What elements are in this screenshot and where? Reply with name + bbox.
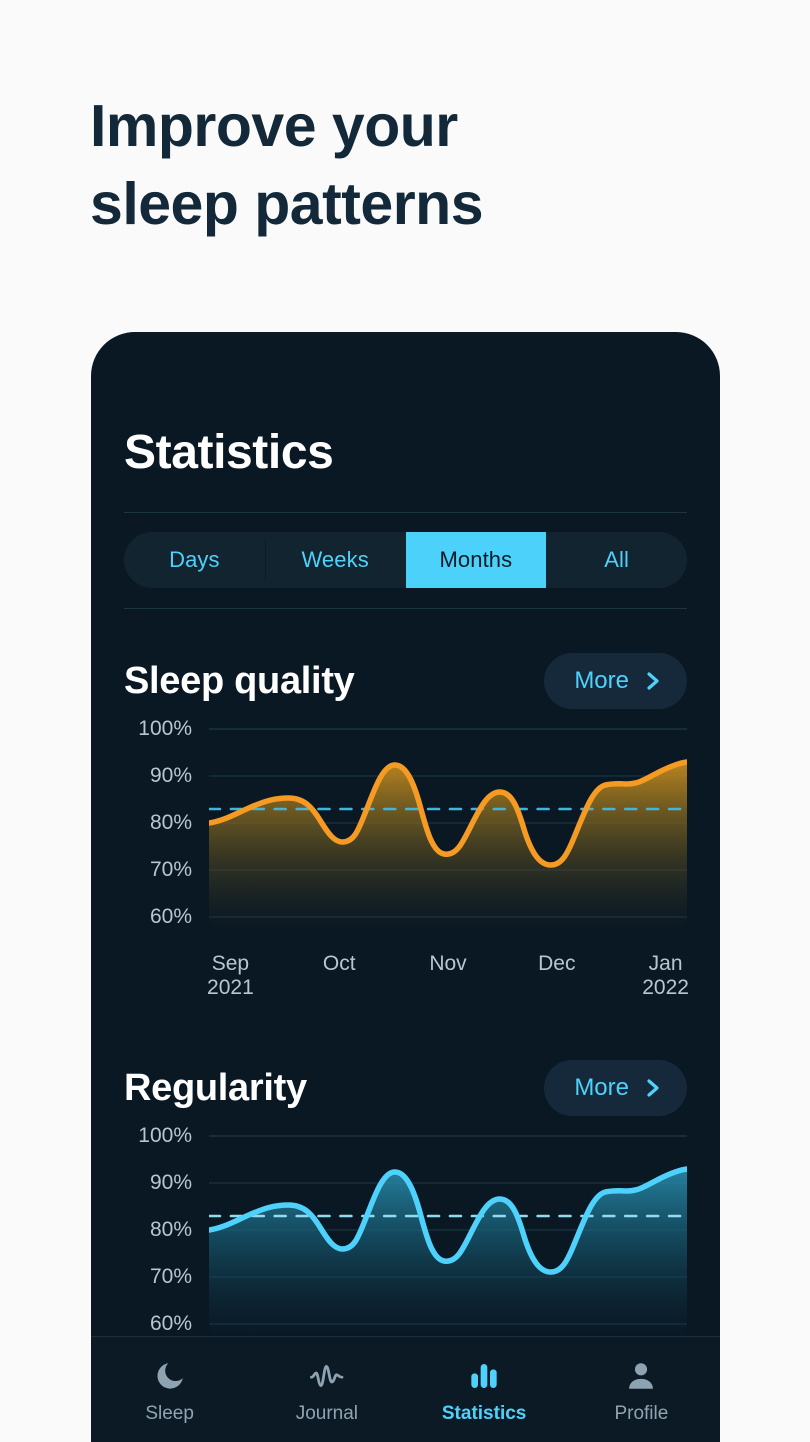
y-tick-90: 90%: [149, 764, 192, 787]
x-tick-dec: Dec: [502, 952, 611, 1000]
person-icon: [624, 1359, 658, 1393]
sleep-quality-plot-area: [209, 722, 687, 932]
segment-months-label: Months: [439, 547, 513, 572]
x-tick-oct: Oct: [285, 952, 394, 1000]
x-tick-sep-month: Sep: [211, 952, 250, 975]
y-tick-100: 100%: [138, 717, 192, 740]
regularity-svg: [209, 1135, 687, 1339]
segment-all-label: All: [604, 547, 629, 572]
regularity-section-header: Regularity More: [124, 1057, 687, 1119]
nav-item-statistics[interactable]: Statistics: [406, 1337, 563, 1442]
y-tick-70: 70%: [149, 858, 192, 881]
moon-icon: [153, 1359, 187, 1393]
divider-bottom: [124, 608, 687, 609]
x-tick-nov-month: Nov: [429, 952, 467, 975]
segment-weeks[interactable]: Weeks: [264, 532, 406, 588]
x-tick-jan-year: 2022: [642, 976, 689, 1000]
chevron-right-icon: [643, 1078, 663, 1098]
x-tick-oct-month: Oct: [322, 952, 356, 975]
phone-mockup: Statistics Days Weeks Months All Sleep q…: [91, 332, 720, 1442]
sleep-quality-more-button[interactable]: More: [544, 653, 687, 709]
x-tick-sep-year: 2021: [207, 976, 254, 1000]
nav-item-journal-label: Journal: [295, 1402, 359, 1424]
chevron-right-icon: [643, 671, 663, 691]
y-tick-60: 60%: [149, 1312, 192, 1335]
y-tick-80: 80%: [149, 811, 192, 834]
regularity-more-button[interactable]: More: [544, 1060, 687, 1116]
sleep-quality-chart: 100% 90% 80% 70% 60%: [124, 717, 687, 932]
x-tick-dec-month: Dec: [538, 952, 576, 975]
y-tick-70: 70%: [149, 1265, 192, 1288]
regularity-more-label: More: [574, 1074, 629, 1101]
nav-item-profile-label: Profile: [614, 1402, 669, 1424]
page-title: Statistics: [124, 426, 334, 479]
x-tick-jan-month: Jan: [648, 952, 683, 975]
regularity-title: Regularity: [124, 1066, 307, 1109]
sleep-quality-svg: [209, 728, 687, 932]
nav-item-statistics-label: Statistics: [441, 1402, 527, 1424]
waveform-icon: [309, 1359, 345, 1393]
segment-days-label: Days: [169, 547, 220, 572]
y-tick-90: 90%: [149, 1171, 192, 1194]
segment-months[interactable]: Months: [405, 532, 547, 588]
headline-line-1: Improve your: [90, 93, 458, 159]
regularity-plot-area: [209, 1129, 687, 1339]
x-tick-nov: Nov: [394, 952, 503, 1000]
regularity-chart: 100% 90% 80% 70% 60%: [124, 1124, 687, 1339]
sleep-quality-x-axis: Sep 2021 Oct Nov Dec Jan 2022: [176, 952, 720, 1000]
bottom-navigation-bar: Sleep Journal Statistics Profile: [91, 1336, 720, 1442]
page-headline: Improve your sleep patterns: [90, 88, 730, 244]
segment-days[interactable]: Days: [124, 532, 265, 588]
sleep-quality-more-label: More: [574, 667, 629, 694]
phone-screen: Statistics Days Weeks Months All Sleep q…: [91, 332, 720, 1442]
nav-item-sleep[interactable]: Sleep: [91, 1337, 248, 1442]
nav-item-sleep-label: Sleep: [145, 1402, 194, 1424]
y-tick-80: 80%: [149, 1218, 192, 1241]
regularity-y-axis: 100% 90% 80% 70% 60%: [124, 1124, 200, 1339]
sleep-quality-title: Sleep quality: [124, 659, 355, 702]
y-tick-100: 100%: [138, 1124, 192, 1147]
sleep-quality-section-header: Sleep quality More: [124, 650, 687, 712]
y-tick-60: 60%: [149, 905, 192, 928]
sleep-quality-y-axis: 100% 90% 80% 70% 60%: [124, 717, 200, 932]
nav-item-journal[interactable]: Journal: [248, 1337, 405, 1442]
segment-weeks-label: Weeks: [301, 547, 369, 572]
headline-line-2: sleep patterns: [90, 170, 484, 237]
x-tick-sep: Sep 2021: [176, 952, 285, 1000]
segment-all[interactable]: All: [546, 532, 687, 588]
x-tick-jan: Jan 2022: [611, 952, 720, 1000]
nav-item-profile[interactable]: Profile: [563, 1337, 720, 1442]
divider-top: [124, 512, 687, 513]
bar-chart-icon: [467, 1359, 501, 1393]
range-segmented-control[interactable]: Days Weeks Months All: [124, 532, 687, 588]
